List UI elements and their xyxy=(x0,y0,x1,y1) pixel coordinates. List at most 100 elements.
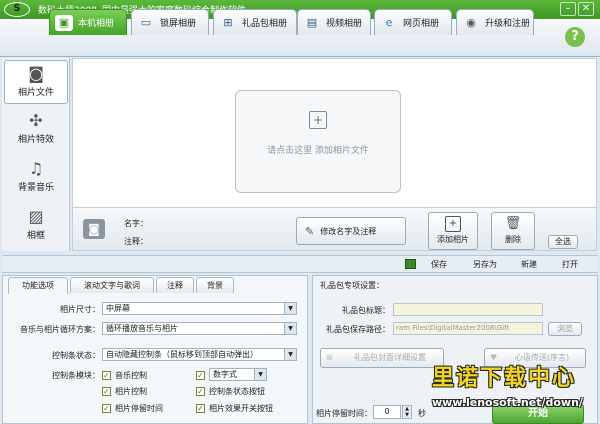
gift-icon: ⊞ xyxy=(326,353,333,362)
tab-label: 视频相册 xyxy=(326,19,363,29)
digital-style-value: 数字式 xyxy=(213,370,237,379)
delete-button[interactable]: 🗑 删除 xyxy=(491,212,535,250)
size-label: 相片尺寸： xyxy=(60,305,100,314)
control-bar-value: 自动隐藏控制条（鼠标移到顶部自动弹出） xyxy=(106,350,258,359)
gift-path-input[interactable]: ram Files\DigitalMaster2008\Gift xyxy=(393,322,543,335)
monitor-icon: ▭ xyxy=(140,16,152,29)
add-photo-button[interactable]: + 添加相片 xyxy=(428,212,478,250)
open-button[interactable]: 打开 xyxy=(562,259,578,270)
size-value: 中屏幕 xyxy=(106,304,130,313)
browser-icon: e xyxy=(385,16,393,29)
digital-style-select[interactable]: 数字式 ▼ xyxy=(209,368,267,381)
stay-time-input[interactable]: 0 xyxy=(373,405,401,419)
photo-control-label: 相片控制 xyxy=(115,387,147,396)
picture-frame-icon: ▨ xyxy=(28,207,44,226)
save-button[interactable]: 保存 xyxy=(431,259,447,270)
tab-label: 网页相册 xyxy=(403,19,440,29)
tab-video-album[interactable]: ▤ 视频相册 xyxy=(297,9,371,35)
loop-label: 音乐与相片循环方案： xyxy=(20,325,100,334)
tab-scrolling-text[interactable]: 滚动文字与歌词 xyxy=(70,277,154,293)
music-control-label: 音乐控制 xyxy=(115,371,147,380)
gift-cover-settings-label: 礼品包封面详细设置 xyxy=(354,353,426,362)
gift-cover-settings-button[interactable]: ⊞ 礼品包封面详细设置 xyxy=(320,348,444,368)
stay-time-setting-label: 相片停留时间： xyxy=(316,409,372,418)
tab-gift-package[interactable]: ⊞ 礼品包相册 xyxy=(213,9,297,35)
tab-function-options[interactable]: 功能选项 xyxy=(8,277,68,294)
sidebar-item-label: 相框 xyxy=(26,231,45,241)
camera-thumbnail-icon: ◙ xyxy=(83,219,105,239)
edit-pencil-icon: ✎ xyxy=(305,224,315,238)
sidebar-item-label: 背景音乐 xyxy=(17,183,54,193)
app-logo-icon: S xyxy=(4,2,30,17)
effect-switch-checkbox[interactable]: ✓ xyxy=(196,404,205,413)
stay-time-unit: 秒 xyxy=(418,409,426,418)
camera-icon: ◙ xyxy=(28,64,44,83)
effects-icon: ✣ xyxy=(29,111,43,130)
size-select[interactable]: 中屏幕 ▼ xyxy=(102,302,297,315)
music-note-icon: ♫ xyxy=(28,159,44,178)
stay-time-label: 相片停留时间 xyxy=(115,404,163,413)
add-photo-icon: + xyxy=(445,216,461,232)
edit-name-note-label: 修改名字及注释 xyxy=(320,226,377,236)
new-button[interactable]: 新建 xyxy=(521,259,537,270)
tab-label: 锁屏相册 xyxy=(160,19,197,29)
sidebar-item-frame[interactable]: ▨ 相框 xyxy=(4,204,68,248)
module-label: 控制条模块： xyxy=(52,371,100,380)
tab-lock-screen[interactable]: ▭ 锁屏相册 xyxy=(131,9,209,35)
watermark-text: 里诺下载中心 xyxy=(432,365,577,391)
chevron-down-icon: ▼ xyxy=(284,303,296,314)
add-photo-hint: 请点击这里 添加相片文件 xyxy=(267,146,369,156)
tab-label: 升级和注册 xyxy=(485,19,531,29)
browse-button[interactable]: 浏览 xyxy=(548,322,582,336)
control-bar-label: 控制条状态： xyxy=(52,351,100,360)
chevron-down-icon: ▼ xyxy=(284,323,296,334)
tab-local-album[interactable]: ▣ 本机相册 xyxy=(49,9,127,35)
sidebar-item-photos[interactable]: ◙ 相片文件 xyxy=(4,60,68,104)
trash-icon: 🗑 xyxy=(504,216,522,231)
music-control-checkbox[interactable]: ✓ xyxy=(102,371,111,380)
note-label: 注释： xyxy=(124,237,148,246)
tab-upgrade-register[interactable]: ◉ 升级和注册 xyxy=(456,9,534,35)
add-photo-label: 添加相片 xyxy=(437,235,469,244)
digital-checkbox[interactable]: ✓ xyxy=(196,371,205,380)
photo-control-checkbox[interactable]: ✓ xyxy=(102,387,111,396)
save-as-button[interactable]: 另存为 xyxy=(473,259,497,270)
add-photo-dropzone[interactable]: + 请点击这里 添加相片文件 xyxy=(235,90,401,193)
watermark-url: www.lenosoft.net/down/ xyxy=(432,396,583,409)
gift-icon: ⊞ xyxy=(223,16,233,29)
help-button[interactable]: ? xyxy=(565,27,585,47)
control-bar-select[interactable]: 自动隐藏控制条（鼠标移到顶部自动弹出） ▼ xyxy=(102,348,297,361)
gift-title-input[interactable] xyxy=(393,303,543,316)
stay-time-spinner[interactable]: ▲ ▼ xyxy=(402,405,412,419)
loop-select[interactable]: 循环播放音乐与相片 ▼ xyxy=(102,322,297,335)
chevron-down-icon: ▼ xyxy=(254,369,266,380)
delete-label: 删除 xyxy=(505,235,521,244)
tab-label: 礼品包相册 xyxy=(242,19,288,29)
gift-path-label: 礼品包保存路径： xyxy=(326,325,390,334)
film-icon: ▤ xyxy=(306,16,318,29)
sidebar-item-effects[interactable]: ✣ 相片特效 xyxy=(4,108,68,152)
effect-switch-label: 相片效果开关按钮 xyxy=(209,404,273,413)
select-all-button[interactable]: 全选 xyxy=(548,235,578,249)
photo-album-icon: ▣ xyxy=(55,14,73,31)
tab-notes[interactable]: 注释 xyxy=(156,277,194,293)
tab-web-album[interactable]: e 网页相册 xyxy=(374,9,452,35)
tab-label: 本机相册 xyxy=(78,19,115,29)
minimize-button[interactable]: – xyxy=(560,2,576,16)
upgrade-icon: ◉ xyxy=(466,16,476,29)
control-status-label: 控制条状态按钮 xyxy=(209,387,265,396)
sidebar-item-label: 相片文件 xyxy=(17,88,54,98)
stay-time-checkbox[interactable]: ✓ xyxy=(102,404,111,413)
control-status-checkbox[interactable]: ✓ xyxy=(196,387,205,396)
save-disk-icon xyxy=(405,259,416,269)
file-toolbar xyxy=(2,255,598,273)
loop-value: 循环播放音乐与相片 xyxy=(106,324,178,333)
sidebar-item-music[interactable]: ♫ 背景音乐 xyxy=(4,156,68,200)
name-label: 名字： xyxy=(124,219,148,228)
gift-settings-title: 礼品包专项设置： xyxy=(320,281,384,290)
sidebar-item-label: 相片特效 xyxy=(17,135,54,145)
chevron-down-icon: ▼ xyxy=(284,349,296,360)
tab-background[interactable]: 背景 xyxy=(196,277,234,293)
edit-name-note-button[interactable]: ✎ 修改名字及注释 xyxy=(296,217,406,245)
close-button[interactable]: ✕ xyxy=(578,2,594,16)
